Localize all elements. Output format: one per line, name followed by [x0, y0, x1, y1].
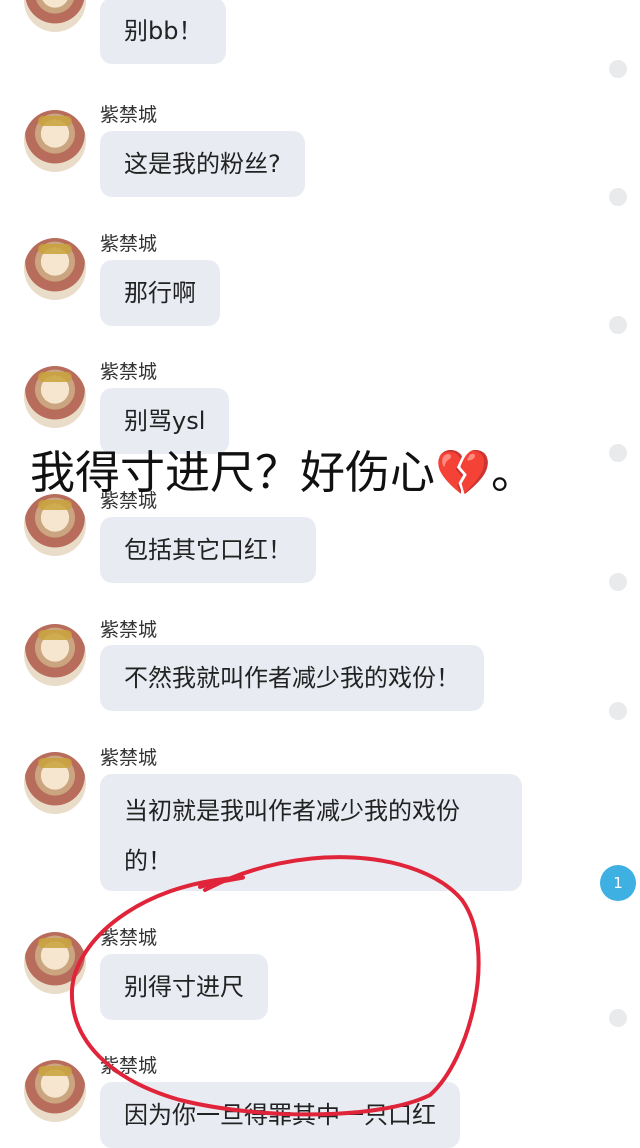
- avatar-icon[interactable]: [24, 624, 86, 686]
- sender-name: 紫禁城: [100, 747, 158, 769]
- read-status-dot: [609, 316, 627, 334]
- message-bubble[interactable]: 别bb！: [100, 0, 227, 64]
- sender-name: 紫禁城: [100, 361, 158, 383]
- sender-name: 紫禁城: [100, 233, 158, 255]
- overlay-caption: 我得寸进尺？好伤心💔。: [30, 436, 536, 501]
- sender-name: 紫禁城: [100, 104, 158, 126]
- avatar-icon[interactable]: [24, 238, 86, 300]
- read-status-dot: [609, 60, 627, 78]
- caption-text: 我得寸进尺？好伤心: [30, 446, 436, 499]
- read-status-dot: [609, 702, 627, 720]
- message-bubble[interactable]: 不然我就叫作者减少我的戏份！: [100, 645, 484, 711]
- sender-name: 紫禁城: [100, 927, 158, 949]
- sender-name: 紫禁城: [100, 619, 158, 641]
- message-bubble[interactable]: 这是我的粉丝?: [100, 131, 305, 197]
- avatar-icon[interactable]: [24, 366, 86, 428]
- message-bubble[interactable]: 因为你一旦得罪其中一只口红: [100, 1082, 460, 1148]
- avatar-icon[interactable]: [24, 0, 86, 32]
- message-text-line: 当初就是我叫作者减少我的戏份: [124, 797, 460, 825]
- message-bubble[interactable]: 当初就是我叫作者减少我的戏份 的！: [100, 774, 522, 891]
- message-bubble[interactable]: 那行啊: [100, 260, 220, 326]
- message-text-line: 的！: [124, 847, 172, 875]
- avatar-icon[interactable]: [24, 932, 86, 994]
- avatar-icon[interactable]: [24, 494, 86, 556]
- annotation-circle: [69, 855, 481, 1117]
- read-status-dot: [609, 1009, 627, 1027]
- message-bubble[interactable]: 包括其它口红！: [100, 517, 316, 583]
- read-status-dot: [609, 573, 627, 591]
- read-status-dot: [609, 444, 627, 462]
- avatar-icon[interactable]: [24, 752, 86, 814]
- avatar-icon[interactable]: [24, 110, 86, 172]
- caption-suffix: 。: [491, 446, 537, 499]
- unread-count-badge[interactable]: 1: [600, 865, 636, 901]
- avatar-icon[interactable]: [24, 1060, 86, 1122]
- broken-heart-icon: 💔: [435, 446, 492, 499]
- sender-name: 紫禁城: [100, 1055, 158, 1077]
- read-status-dot: [609, 188, 627, 206]
- message-bubble[interactable]: 别得寸进尺: [100, 954, 268, 1020]
